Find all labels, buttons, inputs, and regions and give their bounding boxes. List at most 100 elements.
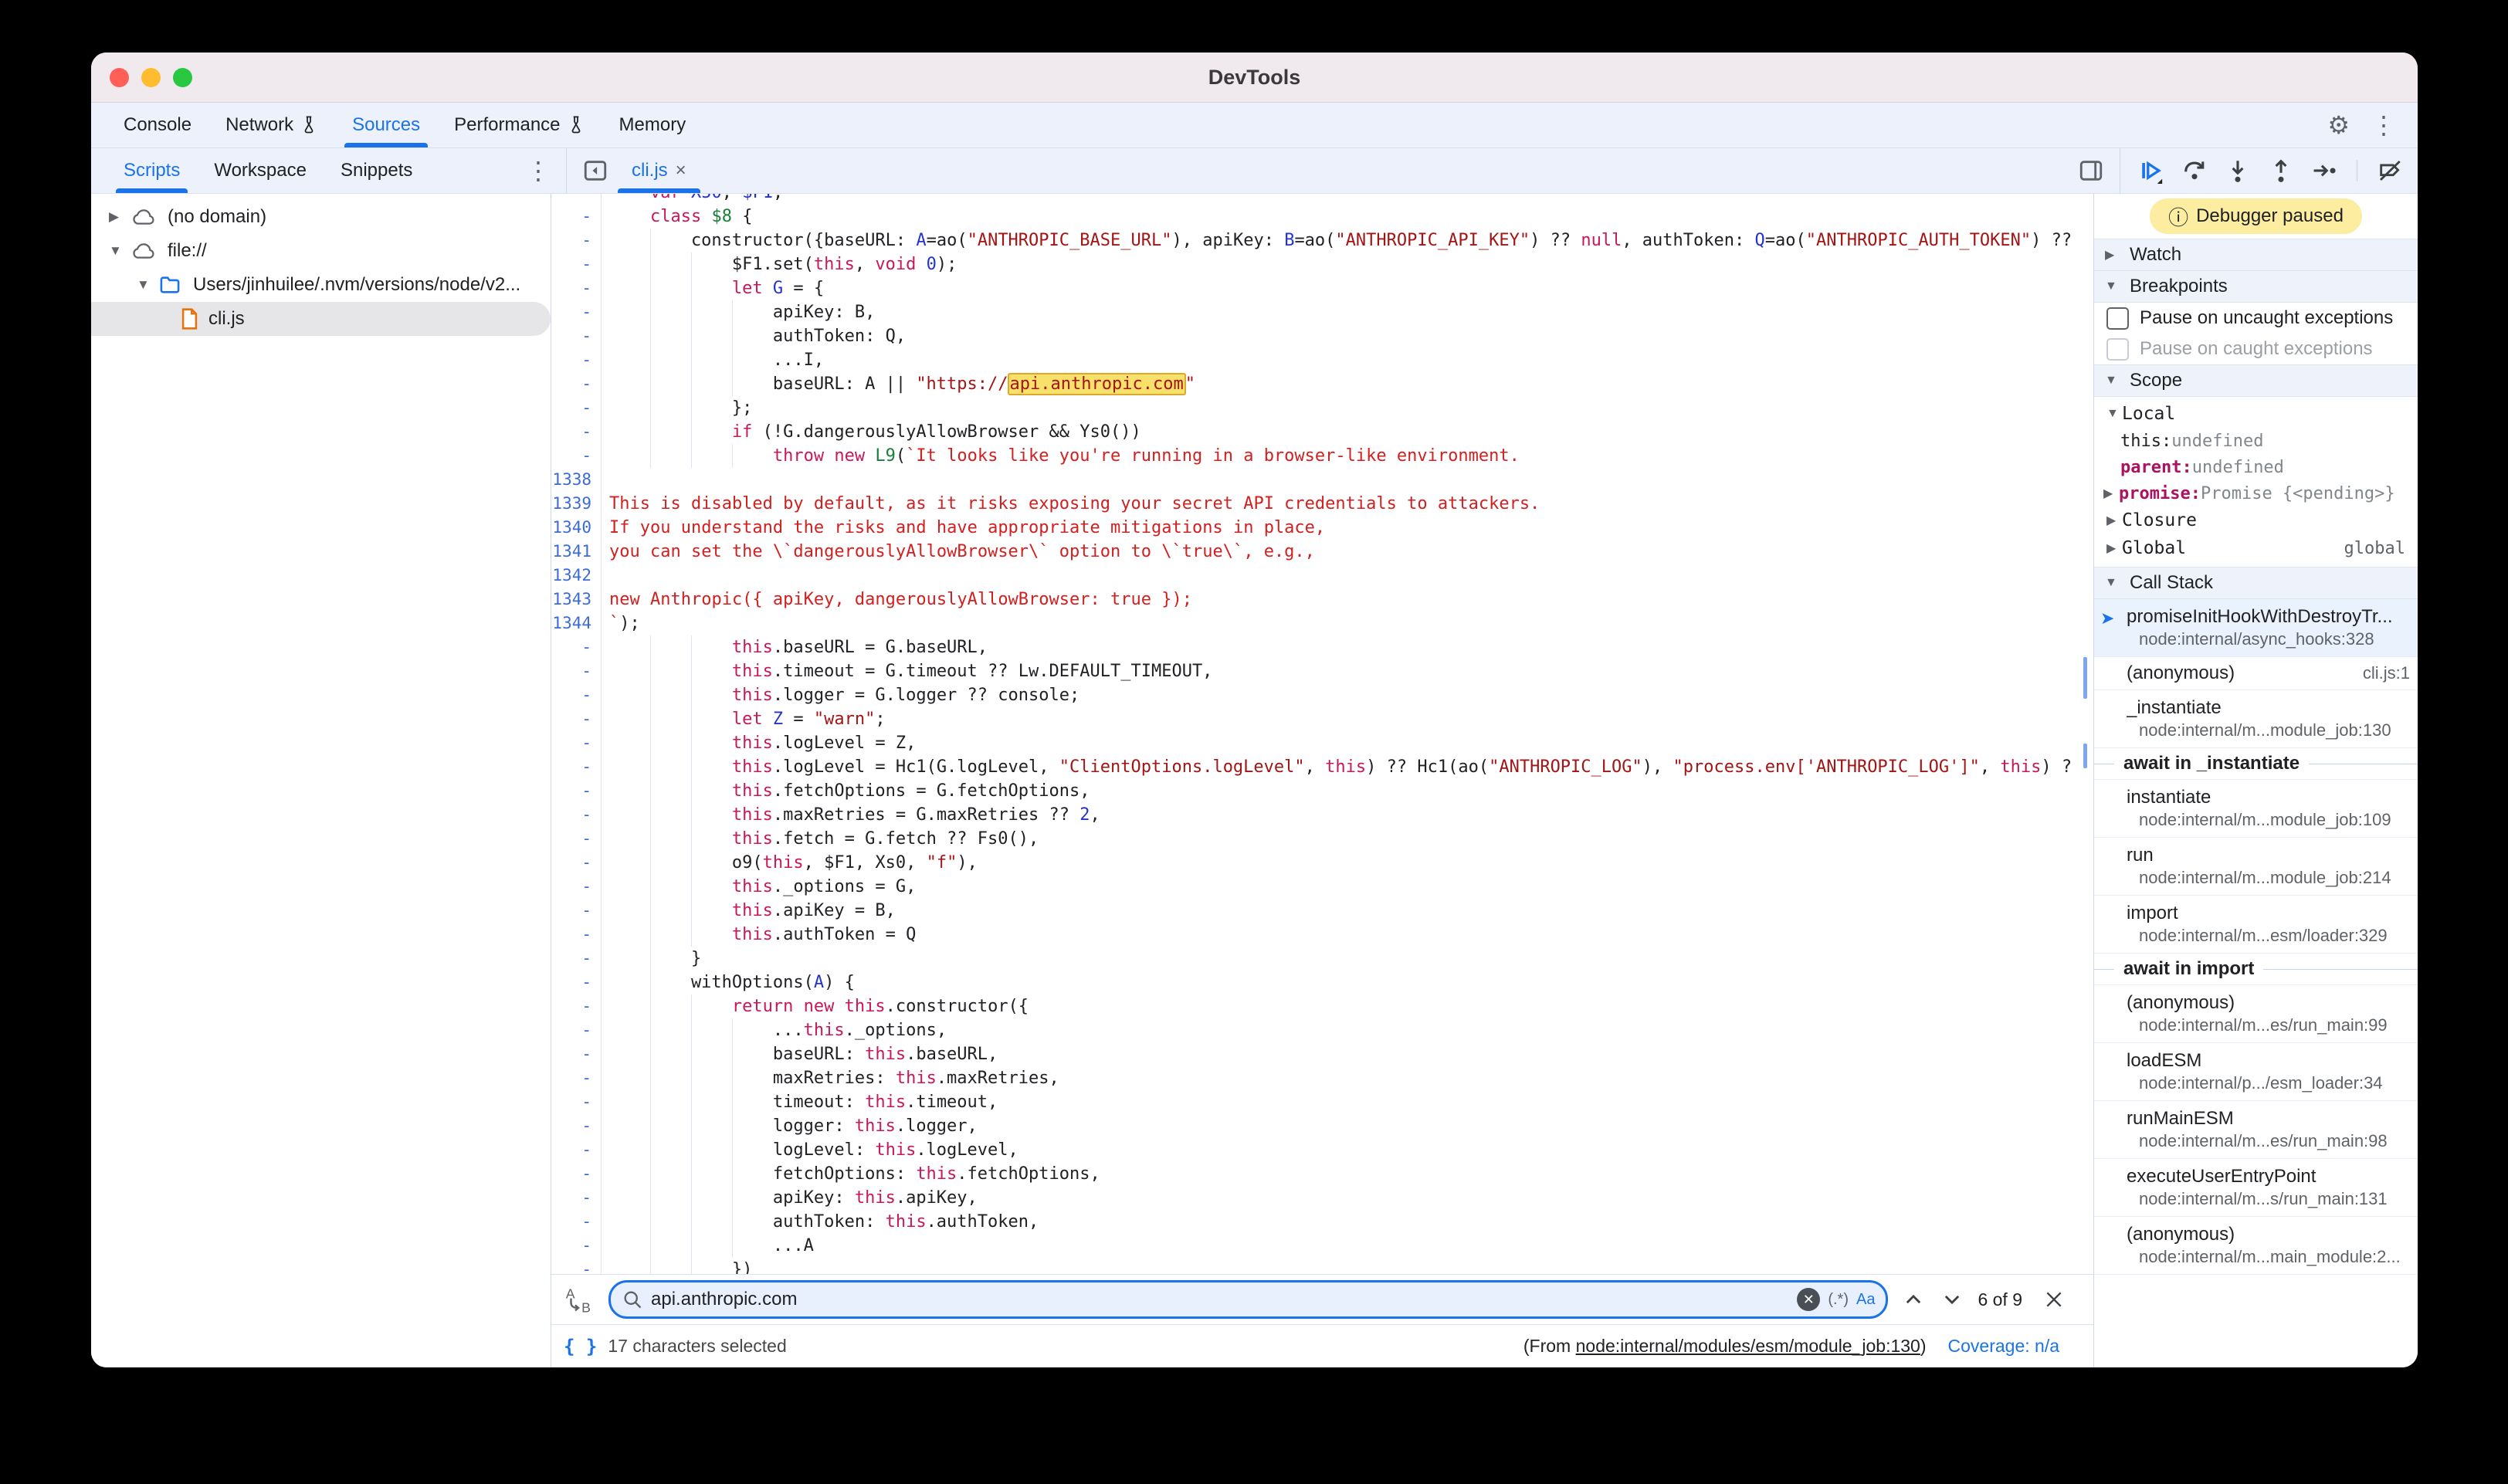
code-line-text[interactable]: this._options = G, [602,875,2093,899]
line-number[interactable]: - [551,1186,602,1210]
line-number[interactable]: - [551,276,602,300]
code-line-text[interactable]: authToken: Q, [602,324,2093,348]
navigator-more-kebab-icon[interactable]: ⋮ [526,148,566,193]
toggle-debugger-sidebar-icon[interactable] [2073,158,2109,184]
call-stack-frame[interactable]: runMainESMnode:internal/m...es/run_main:… [2094,1101,2418,1159]
call-stack-frame[interactable]: (anonymous)node:internal/m...es/run_main… [2094,985,2418,1043]
minimize-window-button[interactable] [141,68,161,87]
code-line-text[interactable]: apiKey: B, [602,300,2093,324]
watch-section-header[interactable]: ▶ Watch [2094,239,2418,271]
chevron-right-icon[interactable]: ▶ [2103,486,2119,501]
more-options-kebab-icon[interactable]: ⋮ [2371,113,2396,137]
tab-console[interactable]: Console [107,103,208,147]
code-line-text[interactable]: logLevel: this.logLevel, [602,1138,2093,1162]
code-line-text[interactable]: this.maxRetries = G.maxRetries ?? 2, [602,803,2093,827]
code-line-text[interactable]: If you understand the risks and have app… [602,516,2093,540]
line-number[interactable]: - [551,683,602,707]
checkbox[interactable] [2106,307,2129,330]
line-number[interactable]: - [551,324,602,348]
code-line-text[interactable]: logger: this.logger, [602,1114,2093,1138]
code-line-text[interactable]: if (!G.dangerouslyAllowBrowser && Ys0()) [602,420,2093,444]
search-input[interactable]: api.anthropic.com ✕ (.*) Aa [608,1280,1888,1319]
code-line-text[interactable]: new Anthropic({ apiKey, dangerouslyAllow… [602,588,2093,612]
line-number[interactable]: - [551,1210,602,1234]
code-line-text[interactable]: this.fetch = G.fetch ?? Fs0(), [602,827,2093,851]
code-line-text[interactable]: this.authToken = Q [602,923,2093,947]
line-number[interactable]: - [551,851,602,875]
navigator-tab-snippets[interactable]: Snippets [324,148,429,193]
regex-toggle[interactable]: (.*) [1828,1291,1849,1309]
code-line-text[interactable]: let G = { [602,276,2093,300]
tab-network[interactable]: Network [208,103,335,147]
line-number[interactable]: - [551,779,602,803]
code-line-text[interactable]: this.timeout = G.timeout ?? Lw.DEFAULT_T… [602,659,2093,683]
navigator-tab-workspace[interactable]: Workspace [197,148,324,193]
line-number[interactable]: - [551,1018,602,1042]
line-number[interactable]: - [551,300,602,324]
code-line-text[interactable]: return new this.constructor({ [602,994,2093,1018]
line-number[interactable]: - [551,1258,602,1274]
clear-search-icon[interactable]: ✕ [1797,1288,1820,1311]
editor-tab-clijs[interactable]: cli.js × [613,148,705,193]
code-line-text[interactable]: this.baseURL = G.baseURL, [602,635,2093,659]
tree-item-cli-js[interactable]: cli.js [91,302,551,336]
line-number[interactable]: - [551,707,602,731]
line-number[interactable]: - [551,994,602,1018]
call-stack-frame[interactable]: executeUserEntryPointnode:internal/m...s… [2094,1159,2418,1217]
line-number[interactable]: - [551,803,602,827]
code-line-text[interactable]: $F1.set(this, void 0); [602,252,2093,276]
navigator-tab-scripts[interactable]: Scripts [107,148,197,193]
code-line-text[interactable]: constructor({baseURL: A=ao("ANTHROPIC_BA… [602,229,2093,252]
scope-global-row[interactable]: ▶Global global [2094,534,2418,562]
code-line-text[interactable]: `); [602,612,2093,635]
code-line-text[interactable]: this.apiKey = B, [602,899,2093,923]
close-window-button[interactable] [110,68,129,87]
chevron-right-icon[interactable]: ▶ [109,209,119,225]
line-number[interactable]: - [551,635,602,659]
call-stack-frame[interactable]: ➤promiseInitHookWithDestroyTr...node:int… [2094,599,2418,657]
line-number[interactable]: 1344 [551,612,602,635]
code-line-text[interactable]: this.logLevel = Z, [602,731,2093,755]
line-number[interactable]: - [551,372,602,396]
tree-item-file-[interactable]: ▼file:// [91,234,551,268]
code-line-text[interactable]: you can set the \`dangerouslyAllowBrowse… [602,540,2093,564]
call-stack-frame[interactable]: _instantiatenode:internal/m...module_job… [2094,690,2418,748]
line-number[interactable]: - [551,1090,602,1114]
code-line-text[interactable]: ...A [602,1234,2093,1258]
call-stack-frame[interactable]: runnode:internal/m...module_job:214 [2094,838,2418,896]
step-out-button[interactable] [2267,157,2295,185]
line-number[interactable]: - [551,1066,602,1090]
line-number[interactable]: - [551,420,602,444]
settings-gear-icon[interactable]: ⚙ [2327,113,2350,137]
code-line-text[interactable]: baseURL: this.baseURL, [602,1042,2093,1066]
resume-script-button[interactable] [2137,157,2165,185]
scope-section-header[interactable]: ▼ Scope [2094,364,2418,397]
scope-local-row[interactable]: ▼Local [2094,400,2418,428]
line-number[interactable]: - [551,1114,602,1138]
chevron-down-icon[interactable]: ▼ [109,243,122,259]
code-line-text[interactable]: authToken: this.authToken, [602,1210,2093,1234]
tab-memory[interactable]: Memory [602,103,703,147]
collapse-navigator-icon[interactable] [578,148,613,193]
code-line-text[interactable]: ...this._options, [602,1018,2093,1042]
line-number[interactable]: - [551,444,602,468]
code-line-text[interactable] [602,468,2093,492]
coverage-link[interactable]: Coverage: n/a [1948,1336,2059,1357]
line-number[interactable]: 1340 [551,516,602,540]
code-line-text[interactable]: } [602,947,2093,971]
code-line-text[interactable]: let Z = "warn"; [602,707,2093,731]
line-number[interactable]: - [551,1042,602,1066]
breakpoints-section-header[interactable]: ▼ Breakpoints [2094,271,2418,303]
line-number[interactable]: - [551,827,602,851]
next-match-button[interactable] [1939,1286,1965,1313]
line-number[interactable]: - [551,194,602,205]
line-number[interactable]: - [551,1138,602,1162]
code-line-text[interactable]: this.logLevel = Hc1(G.logLevel, "ClientO… [602,755,2093,779]
step-into-button[interactable] [2224,157,2252,185]
line-number[interactable]: - [551,971,602,994]
line-number[interactable]: 1343 [551,588,602,612]
line-number[interactable]: 1341 [551,540,602,564]
line-number[interactable]: - [551,348,602,372]
line-number[interactable]: - [551,205,602,229]
call-stack-frame[interactable]: importnode:internal/m...esm/loader:329 [2094,896,2418,954]
